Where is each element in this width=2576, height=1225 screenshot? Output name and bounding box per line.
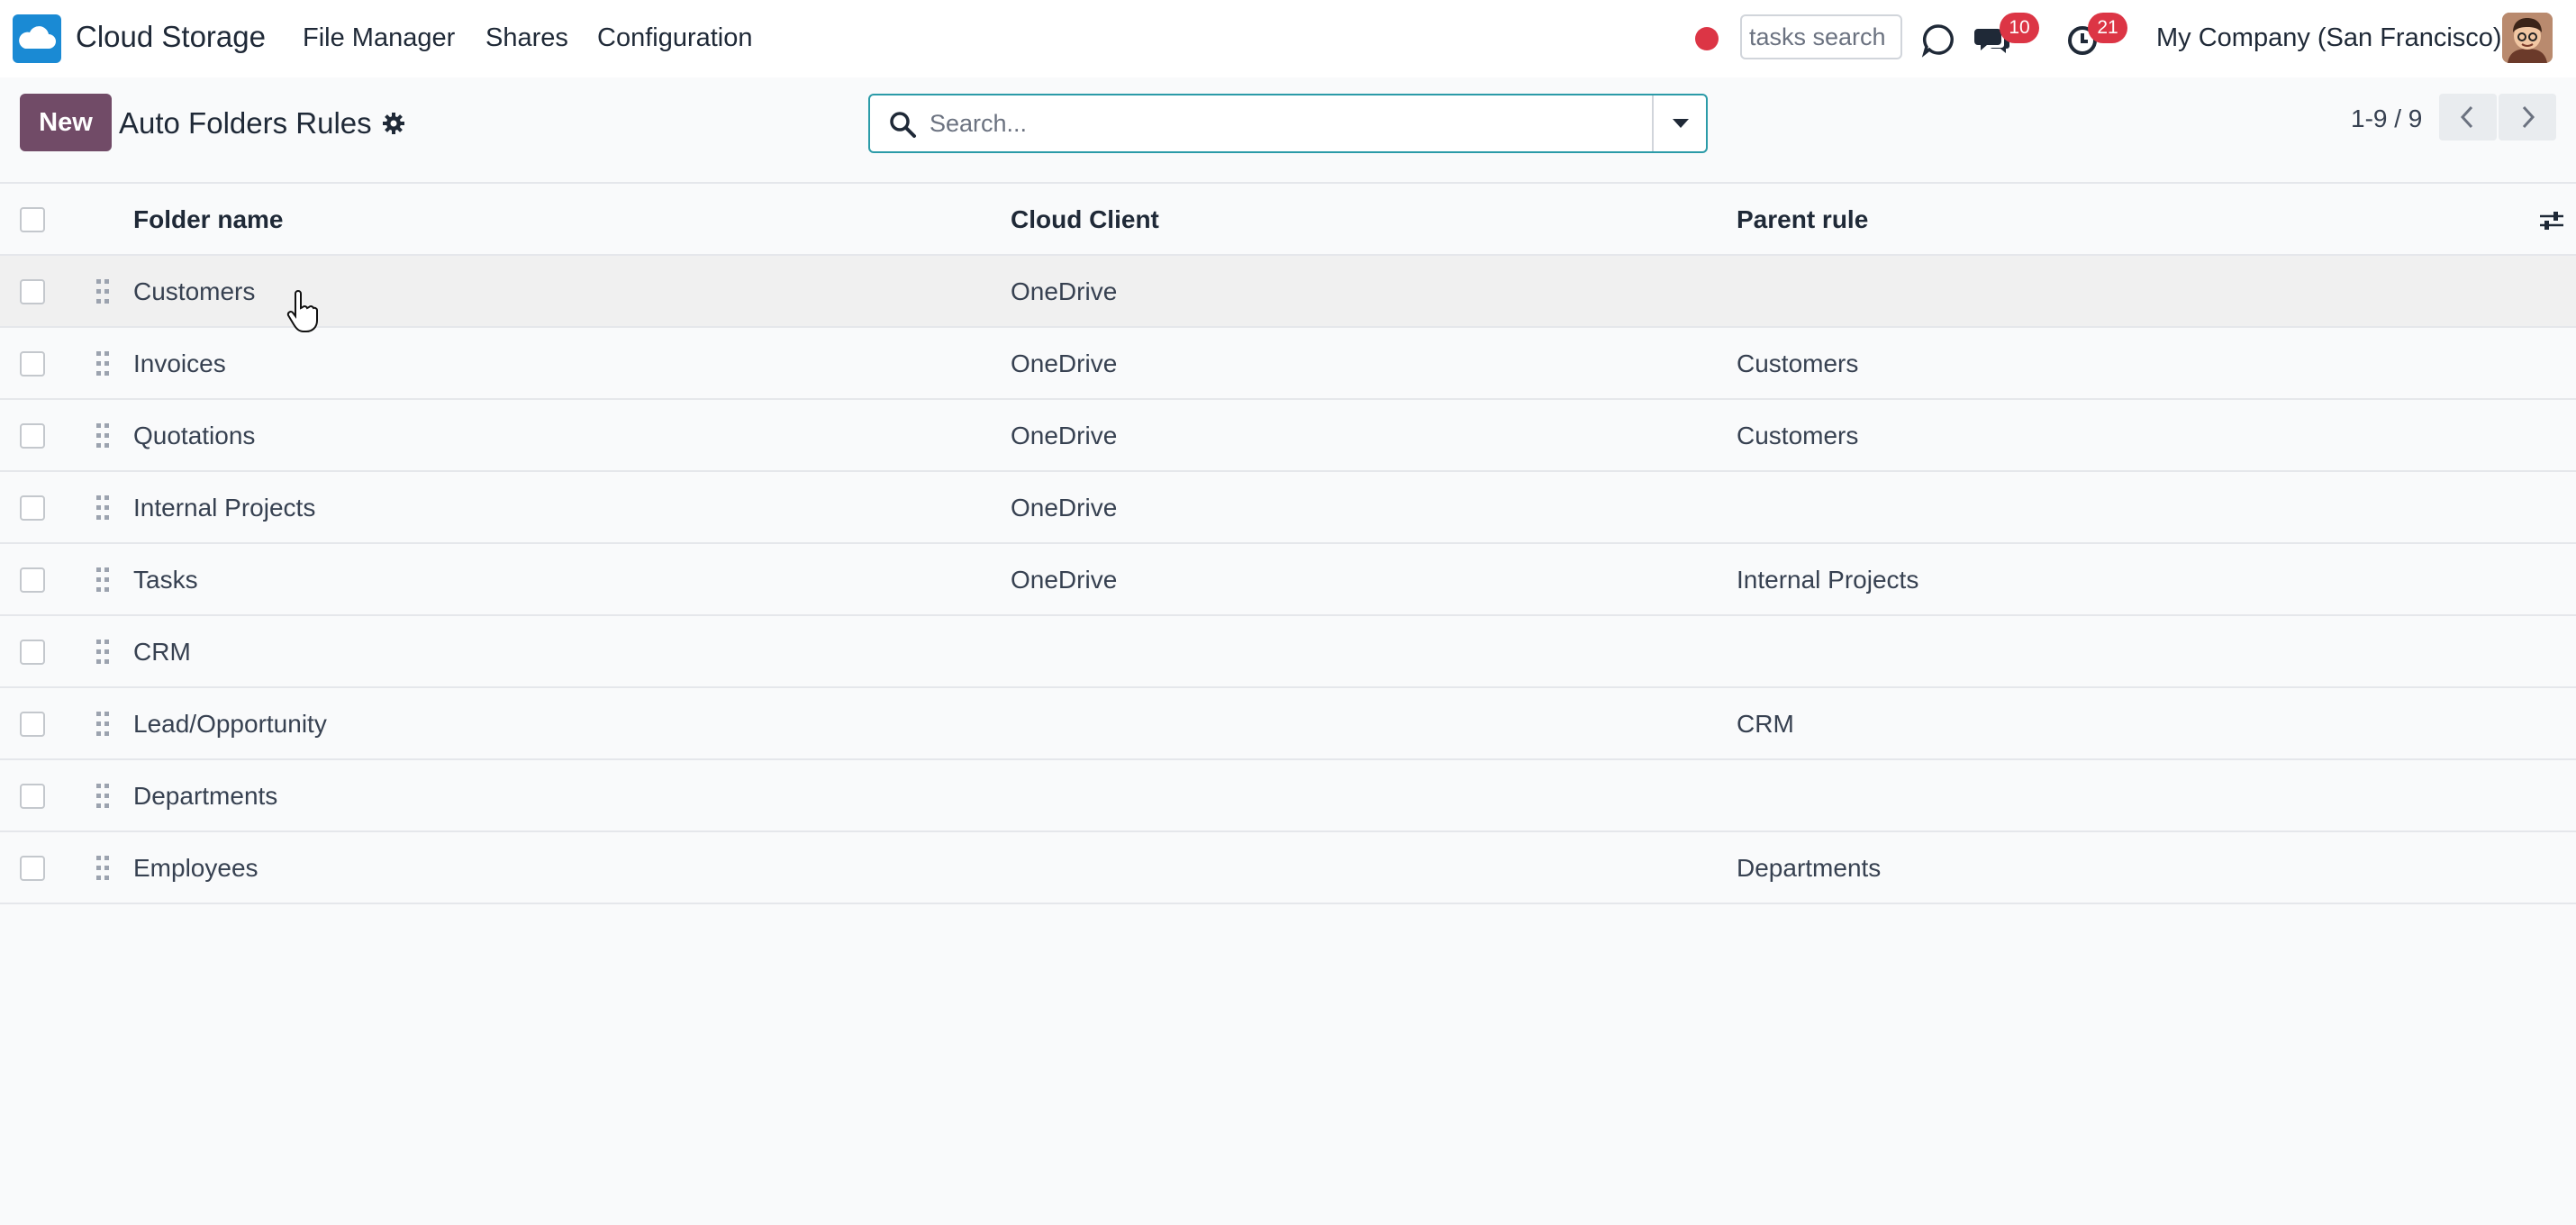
cell-cloud-client: OneDrive xyxy=(1011,494,1118,522)
cell-folder-name: Customers xyxy=(133,277,256,305)
cell-folder-name: Tasks xyxy=(133,566,198,594)
cell-parent-rule: Internal Projects xyxy=(1737,566,1919,594)
drag-handle-icon[interactable] xyxy=(95,349,110,378)
drag-handle-icon[interactable] xyxy=(95,782,110,811)
gear-icon[interactable] xyxy=(382,112,405,135)
row-checkbox[interactable] xyxy=(20,856,45,881)
sliders-icon[interactable] xyxy=(2538,207,2565,234)
cell-folder-name: Internal Projects xyxy=(133,494,316,522)
row-checkbox[interactable] xyxy=(20,495,45,521)
cell-cloud-client: OneDrive xyxy=(1011,349,1118,377)
cell-folder-name: Employees xyxy=(133,854,259,882)
pager-value[interactable]: 1-9 / 9 xyxy=(2351,104,2422,133)
pager-previous-button[interactable] xyxy=(2439,94,2497,141)
header-parent-rule[interactable]: Parent rule xyxy=(1737,205,1868,234)
company-switcher[interactable]: My Company (San Francisco) xyxy=(2156,23,2502,53)
table-row[interactable]: Employees Departments xyxy=(0,832,2576,904)
search-bar xyxy=(868,94,1708,153)
table-row[interactable]: Invoices OneDrive Customers xyxy=(0,328,2576,400)
cell-cloud-client: OneDrive xyxy=(1011,566,1118,594)
pager-next-button[interactable] xyxy=(2499,94,2556,141)
new-button[interactable]: New xyxy=(20,94,112,151)
drag-handle-icon[interactable] xyxy=(95,422,110,450)
menu-configuration[interactable]: Configuration xyxy=(597,23,753,53)
cell-folder-name: Invoices xyxy=(133,349,226,377)
top-navbar: Cloud Storage File Manager Shares Config… xyxy=(0,0,2576,77)
table-row[interactable]: Lead/Opportunity CRM xyxy=(0,688,2576,760)
row-checkbox[interactable] xyxy=(20,640,45,665)
menu-shares[interactable]: Shares xyxy=(485,23,568,53)
list-view: Folder name Cloud Client Parent rule Cus… xyxy=(0,182,2576,904)
cloud-logo-icon[interactable] xyxy=(13,14,61,63)
row-checkbox[interactable] xyxy=(20,279,45,304)
app-name[interactable]: Cloud Storage xyxy=(76,20,266,54)
header-cloud-client[interactable]: Cloud Client xyxy=(1011,205,1159,234)
drag-handle-icon[interactable] xyxy=(95,566,110,594)
cell-parent-rule: Departments xyxy=(1737,854,1882,882)
cell-parent-rule: CRM xyxy=(1737,710,1794,738)
table-row[interactable]: CRM xyxy=(0,616,2576,688)
avatar[interactable] xyxy=(2502,13,2553,63)
table-row[interactable]: Quotations OneDrive Customers xyxy=(0,400,2576,472)
table-row[interactable]: Customers OneDrive xyxy=(0,256,2576,328)
hand-cursor-icon xyxy=(286,290,318,332)
row-checkbox[interactable] xyxy=(20,784,45,809)
table-header-row: Folder name Cloud Client Parent rule xyxy=(0,184,2576,256)
tasks-search-input[interactable] xyxy=(1740,14,1902,59)
drag-handle-icon[interactable] xyxy=(95,638,110,667)
row-checkbox[interactable] xyxy=(20,351,45,377)
table-row[interactable]: Departments xyxy=(0,760,2576,832)
cell-cloud-client: OneDrive xyxy=(1011,277,1118,305)
drag-handle-icon[interactable] xyxy=(95,494,110,522)
header-folder-name[interactable]: Folder name xyxy=(133,205,283,234)
activities-badge: 21 xyxy=(2088,13,2127,43)
drag-handle-icon[interactable] xyxy=(95,710,110,739)
select-all-checkbox[interactable] xyxy=(20,207,45,232)
search-input[interactable] xyxy=(930,104,1614,142)
cell-parent-rule: Customers xyxy=(1737,422,1859,449)
table-row[interactable]: Tasks OneDrive Internal Projects xyxy=(0,544,2576,616)
row-checkbox[interactable] xyxy=(20,567,45,593)
menu-file-manager[interactable]: File Manager xyxy=(303,23,455,53)
row-checkbox[interactable] xyxy=(20,423,45,449)
messages-badge: 10 xyxy=(2000,13,2039,43)
cell-cloud-client: OneDrive xyxy=(1011,422,1118,449)
page-title: Auto Folders Rules xyxy=(119,106,372,140)
chevron-left-icon xyxy=(2460,105,2473,129)
search-icon xyxy=(890,112,916,138)
cell-folder-name: Departments xyxy=(133,782,278,810)
cell-folder-name: Quotations xyxy=(133,422,256,449)
table-row[interactable]: Internal Projects OneDrive xyxy=(0,472,2576,544)
chevron-right-icon xyxy=(2522,105,2535,129)
drag-handle-icon[interactable] xyxy=(95,854,110,883)
cell-folder-name: CRM xyxy=(133,638,191,666)
record-dot-icon[interactable] xyxy=(1695,27,1719,50)
drag-handle-icon[interactable] xyxy=(95,277,110,306)
caret-down-icon[interactable] xyxy=(1652,95,1706,151)
row-checkbox[interactable] xyxy=(20,712,45,737)
voip-phone-icon[interactable] xyxy=(1920,22,1956,58)
cell-folder-name: Lead/Opportunity xyxy=(133,710,327,738)
cell-parent-rule: Customers xyxy=(1737,349,1859,377)
